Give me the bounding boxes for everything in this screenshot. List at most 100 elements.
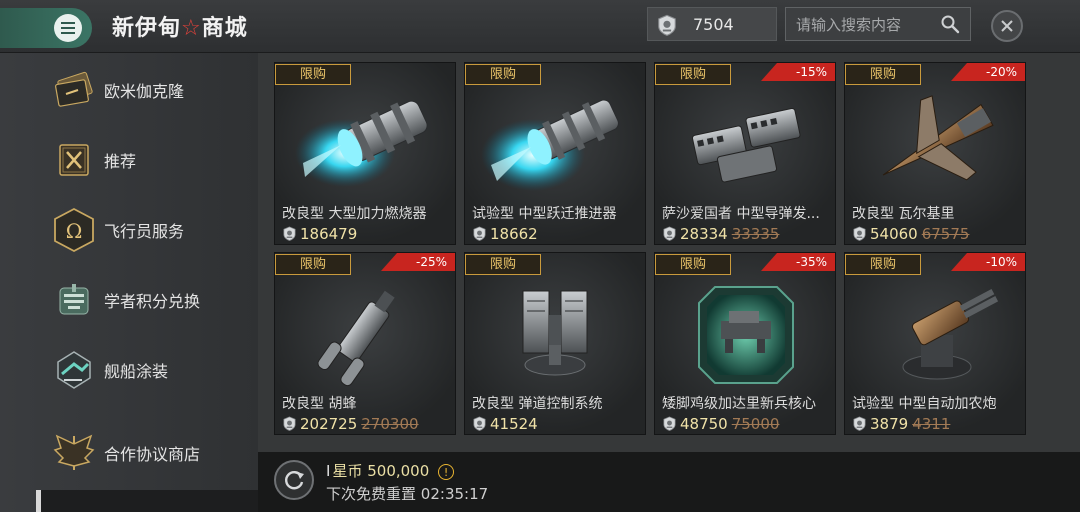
star-coin-balance: I 星币 500,000 ! <box>326 460 455 481</box>
product-card[interactable]: 限购 -15% 萨沙爱国者 中型导弹发... 28334 33335 <box>654 62 836 245</box>
search-icon[interactable] <box>940 14 960 34</box>
discount-tag: -10% <box>951 253 1025 271</box>
sidebar-item-scholar-points[interactable]: 学者积分兑换 <box>0 270 258 330</box>
price: 48750 <box>680 414 728 433</box>
currency-balance: 7504 <box>647 7 777 41</box>
sidebar-item-label: 合作协议商店 <box>104 445 201 464</box>
product-card[interactable]: 限购 改良型 大型加力燃烧器 186479 <box>274 62 456 245</box>
search-input[interactable] <box>794 13 938 37</box>
refresh-button[interactable] <box>274 460 314 500</box>
limit-badge: 限购 <box>275 254 351 275</box>
limit-badge: 限购 <box>845 64 921 85</box>
limit-badge: 限购 <box>655 64 731 85</box>
limit-badge: 限购 <box>465 254 541 275</box>
omega-pilot-icon: Ω <box>50 206 98 254</box>
isk-currency-icon <box>472 226 487 241</box>
top-bar: 新伊甸☆商城 7504 <box>0 0 1080 53</box>
product-name: 试验型 中型跃迁推进器 <box>472 206 617 222</box>
currency-value: 7504 <box>693 15 734 34</box>
limit-badge: 限购 <box>845 254 921 275</box>
price-row: 41524 <box>472 413 538 433</box>
hornet-drone-icon <box>275 275 455 391</box>
star-icon: ☆ <box>181 16 202 41</box>
menu-button[interactable] <box>0 8 92 48</box>
price-row: 18662 <box>472 223 538 243</box>
price-row: 202725 270300 <box>282 413 419 433</box>
product-card[interactable]: 限购 试验型 中型跃迁推进器 18662 <box>464 62 646 245</box>
warp-thruster-icon <box>465 85 645 201</box>
product-grid: 限购 改良型 大型加力燃烧器 186479 限购 试验型 中型跃迁推进器 186… <box>258 53 1080 452</box>
cooperation-wings-icon <box>50 429 98 477</box>
product-card[interactable]: 限购 -25% 改良型 胡蜂 202725 270300 <box>274 252 456 435</box>
coin-value: 500,000 <box>367 462 430 480</box>
recruit-core-icon <box>655 275 835 391</box>
sidebar-item-recommend[interactable]: 推荐 <box>0 130 258 190</box>
price-row: 3879 4311 <box>852 413 950 433</box>
product-card[interactable]: 限购 -10% 试验型 中型自动加农炮 3879 4311 <box>844 252 1026 435</box>
reset-time: 02:35:17 <box>420 485 489 503</box>
sidebar-item-omega-clone[interactable]: 欧米伽克隆 <box>0 60 258 120</box>
price-row: 54060 67575 <box>852 223 970 243</box>
sidebar-item-label: 舰船涂装 <box>104 362 169 381</box>
close-button[interactable] <box>991 10 1023 42</box>
isk-currency-icon <box>852 416 867 431</box>
search-box <box>785 7 971 41</box>
isk-currency-icon <box>662 226 677 241</box>
isk-currency-icon <box>852 226 867 241</box>
coin-label: 星币 <box>332 462 363 480</box>
discount-tag: -20% <box>951 63 1025 81</box>
isk-currency-icon <box>282 416 297 431</box>
sidebar-item-label: 推荐 <box>104 152 137 171</box>
sidebar-item-ship-skins[interactable]: 舰船涂装 <box>0 340 258 400</box>
valkyrie-fighter-icon <box>845 85 1025 201</box>
warning-icon[interactable]: ! <box>438 463 455 480</box>
product-name: 试验型 中型自动加农炮 <box>852 396 997 412</box>
original-price: 33335 <box>731 224 780 243</box>
price: 202725 <box>300 414 358 433</box>
hamburger-icon <box>54 14 82 42</box>
price: 186479 <box>300 224 358 243</box>
product-name: 改良型 胡蜂 <box>282 396 357 412</box>
title-text-part1: 新伊甸 <box>112 16 182 41</box>
sidebar-item-cooperation-store[interactable]: 合作协议商店 <box>0 423 258 483</box>
discount-tag: -15% <box>761 63 835 81</box>
isk-currency-icon <box>656 14 678 36</box>
product-card[interactable]: 限购 -20% 改良型 瓦尔基里 54060 67575 <box>844 62 1026 245</box>
original-price: 67575 <box>921 224 970 243</box>
price-row: 28334 33335 <box>662 223 780 243</box>
ship-skin-icon <box>50 346 98 394</box>
product-card[interactable]: 限购 -35% 矮脚鸡级加达里新兵核心 48750 75000 <box>654 252 836 435</box>
sidebar-item-partial[interactable] <box>36 490 263 512</box>
price: 28334 <box>680 224 728 243</box>
close-icon <box>1001 20 1013 32</box>
afterburner-icon <box>275 85 455 201</box>
original-price: 270300 <box>361 414 419 433</box>
limit-badge: 限购 <box>655 254 731 275</box>
reset-label: 下次免费重置 <box>326 485 417 503</box>
isk-currency-icon <box>472 416 487 431</box>
sidebar-item-label: 飞行员服务 <box>104 222 185 241</box>
autocannon-icon <box>845 275 1025 391</box>
product-name: 改良型 大型加力燃烧器 <box>282 206 427 222</box>
price-row: 186479 <box>282 223 358 243</box>
category-sidebar: 欧米伽克隆 推荐 Ω 飞行员服务 学者积分兑换 舰船涂装 合作协议商店 <box>0 53 263 512</box>
product-name: 萨沙爱国者 中型导弹发... <box>662 206 820 222</box>
svg-text:Ω: Ω <box>66 219 83 243</box>
scholar-points-icon <box>50 276 98 324</box>
product-name: 改良型 弹道控制系统 <box>472 396 603 412</box>
limit-badge: 限购 <box>275 64 351 85</box>
price: 41524 <box>490 414 538 433</box>
sidebar-item-pilot-services[interactable]: Ω 飞行员服务 <box>0 200 258 260</box>
free-reset-timer: 下次免费重置 02:35:17 <box>326 483 488 504</box>
price: 3879 <box>870 414 909 433</box>
product-name: 矮脚鸡级加达里新兵核心 <box>662 396 816 412</box>
omega-clone-card-icon <box>50 66 98 114</box>
sidebar-item-label: 学者积分兑换 <box>104 292 201 311</box>
sidebar-item-label: 欧米伽克隆 <box>104 82 185 101</box>
price: 18662 <box>490 224 538 243</box>
isk-currency-icon <box>282 226 297 241</box>
product-name: 改良型 瓦尔基里 <box>852 206 955 222</box>
ballistic-control-icon <box>465 275 645 391</box>
product-card[interactable]: 限购 改良型 弹道控制系统 41524 <box>464 252 646 435</box>
isk-currency-icon <box>662 416 677 431</box>
